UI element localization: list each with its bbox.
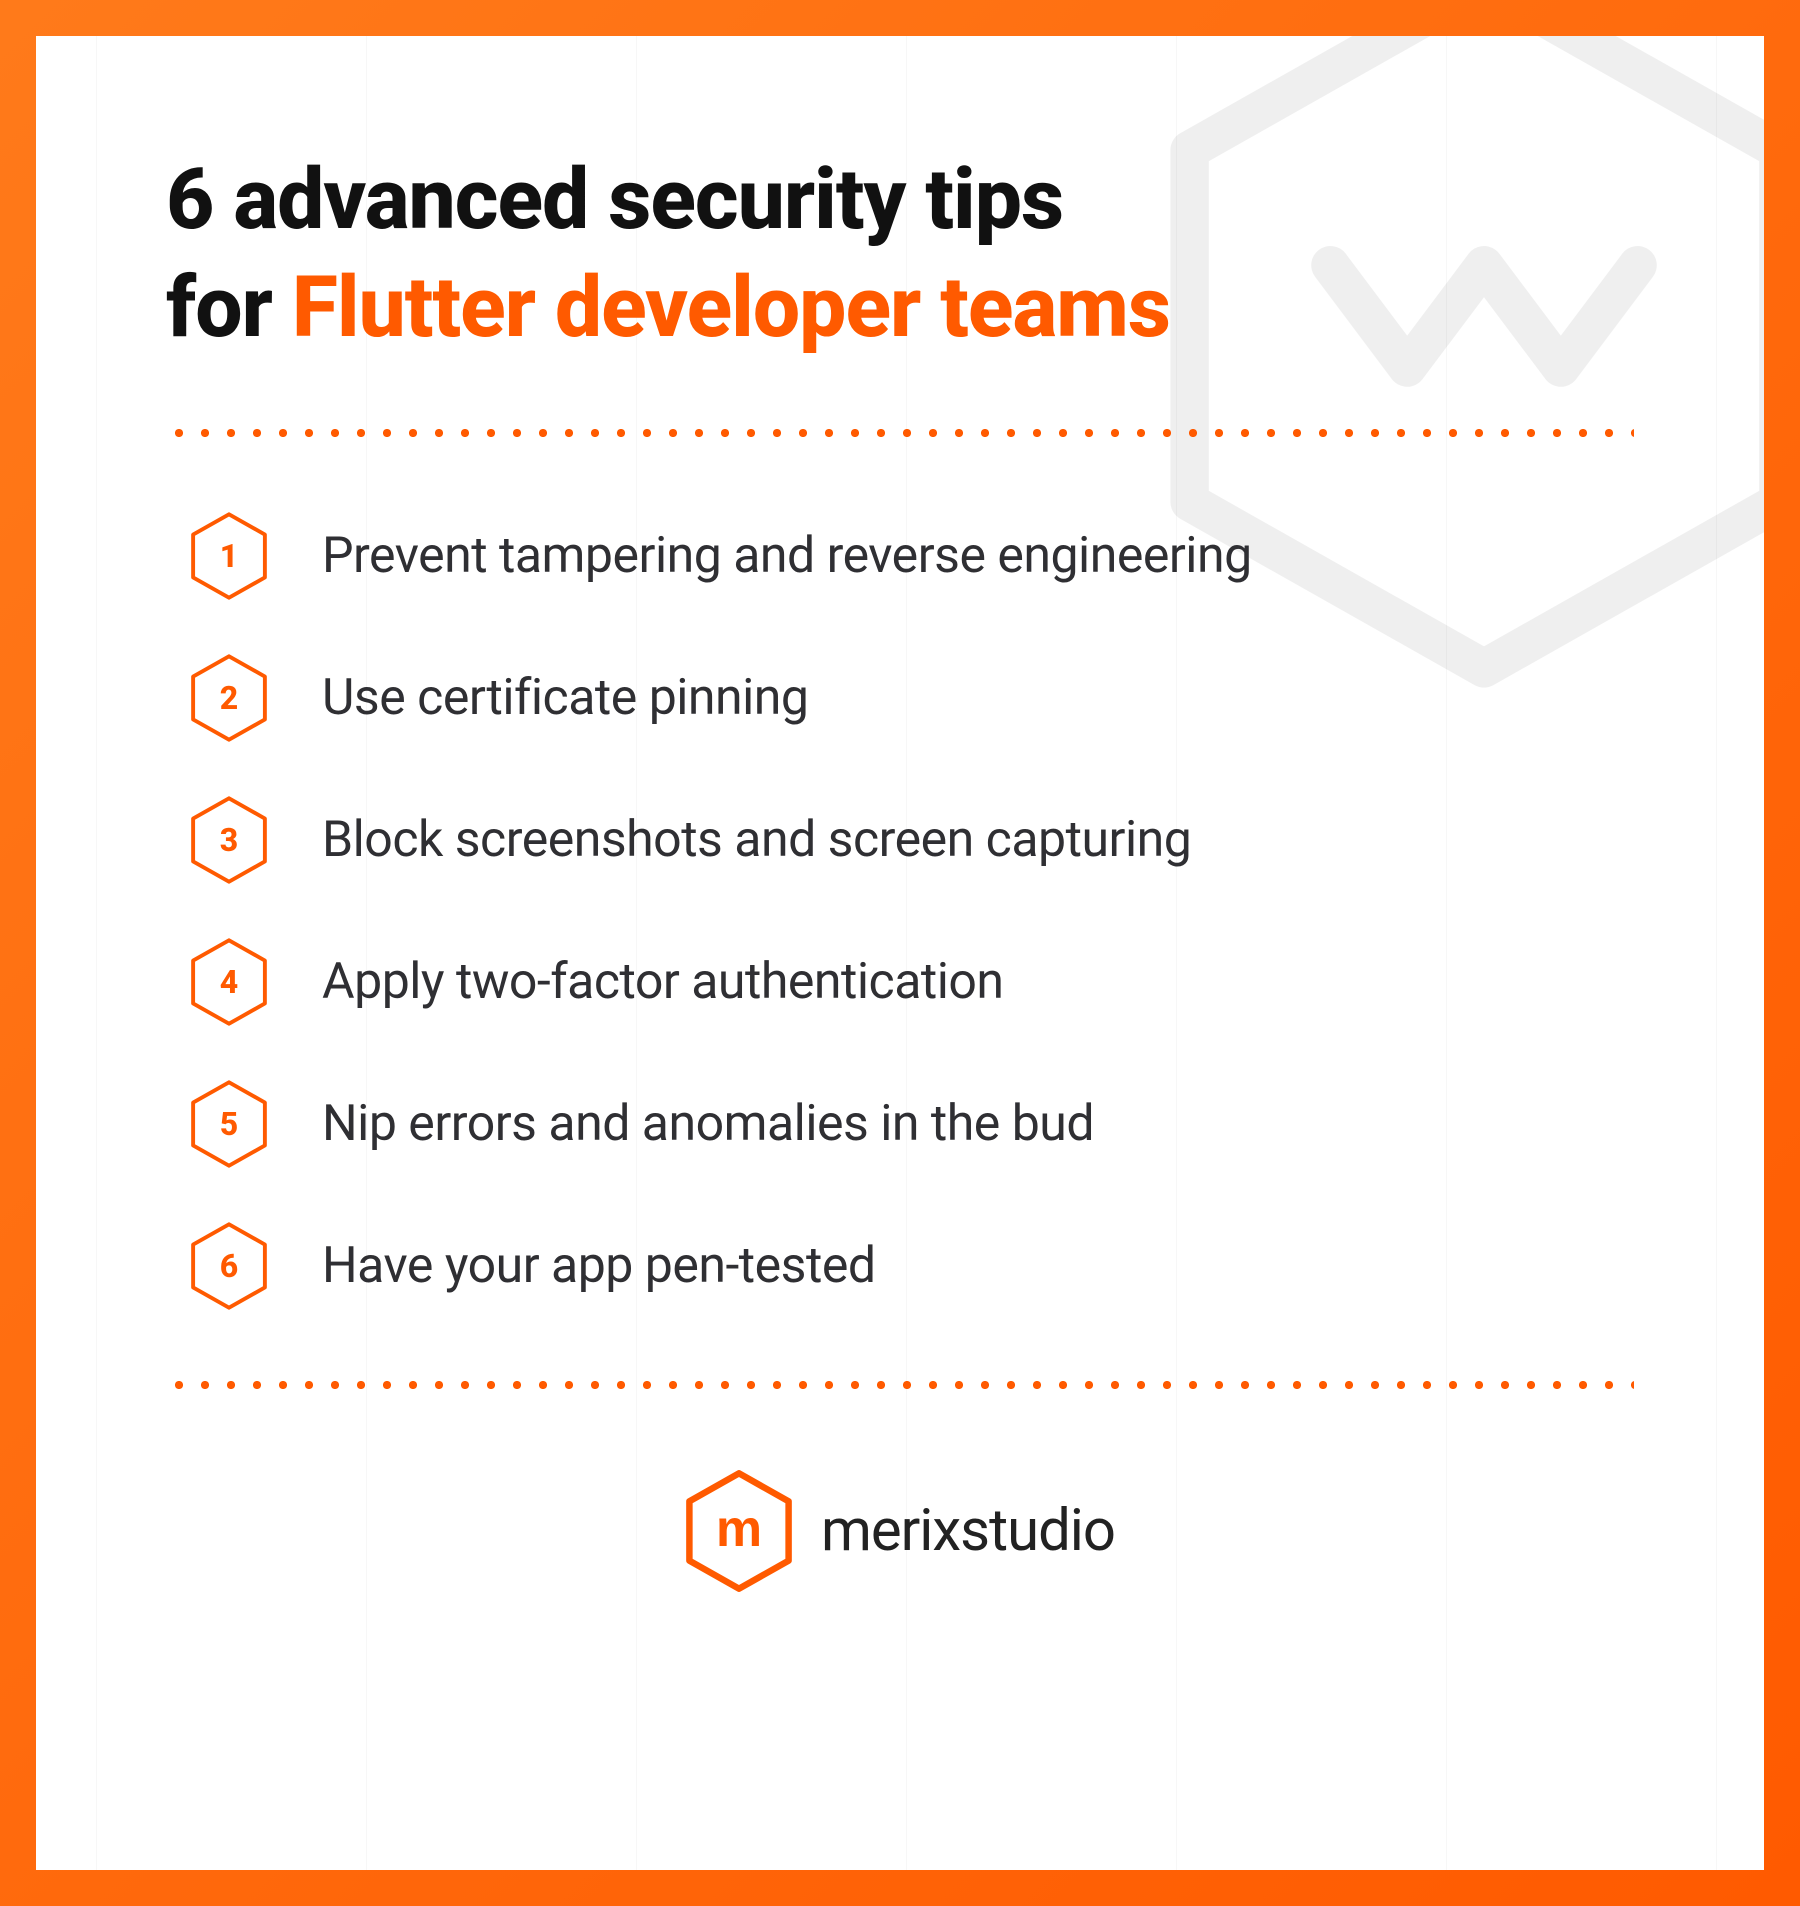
tip-text: Nip errors and anomalies in the bud — [322, 1095, 1094, 1153]
hexagon-badge-icon: 6 — [190, 1221, 268, 1311]
list-item: 1 Prevent tampering and reverse engineer… — [190, 511, 1634, 601]
list-item: 4 Apply two-factor authentication — [190, 937, 1634, 1027]
hexagon-badge-icon: 3 — [190, 795, 268, 885]
brand-logo-icon: m — [685, 1469, 793, 1593]
tip-text: Block screenshots and screen capturing — [322, 811, 1191, 869]
tip-text: Prevent tampering and reverse engineerin… — [322, 527, 1252, 585]
tip-number: 1 — [220, 537, 238, 575]
list-item: 2 Use certificate pinning — [190, 653, 1634, 743]
tips-list: 1 Prevent tampering and reverse engineer… — [166, 511, 1634, 1311]
page-title: 6 advanced security tips for Flutter dev… — [166, 146, 1634, 361]
title-accent: Flutter developer teams — [292, 258, 1170, 357]
tip-text: Use certificate pinning — [322, 669, 809, 727]
list-item: 5 Nip errors and anomalies in the bud — [190, 1079, 1634, 1169]
card: 6 advanced security tips for Flutter dev… — [36, 36, 1764, 1870]
title-line-2: for Flutter developer teams — [166, 254, 1634, 362]
tip-text: Apply two-factor authentication — [322, 953, 1004, 1011]
hexagon-badge-icon: 4 — [190, 937, 268, 1027]
brand-glyph: m — [716, 1499, 762, 1559]
outer-frame: 6 advanced security tips for Flutter dev… — [0, 0, 1800, 1906]
title-prefix: for — [166, 258, 292, 357]
brand-row: m merixstudio — [166, 1469, 1634, 1593]
tip-number: 4 — [220, 963, 238, 1001]
hexagon-badge-icon: 1 — [190, 511, 268, 601]
title-line-1: 6 advanced security tips — [166, 146, 1634, 254]
dotted-divider-top — [166, 429, 1634, 437]
brand-name: merixstudio — [821, 1497, 1115, 1565]
list-item: 3 Block screenshots and screen capturing — [190, 795, 1634, 885]
list-item: 6 Have your app pen-tested — [190, 1221, 1634, 1311]
hexagon-badge-icon: 5 — [190, 1079, 268, 1169]
tip-number: 6 — [220, 1247, 238, 1285]
hexagon-badge-icon: 2 — [190, 653, 268, 743]
tip-number: 5 — [220, 1105, 238, 1143]
dotted-divider-bottom — [166, 1381, 1634, 1389]
tip-number: 2 — [220, 679, 238, 717]
tip-number: 3 — [220, 821, 238, 859]
tip-text: Have your app pen-tested — [322, 1237, 876, 1295]
